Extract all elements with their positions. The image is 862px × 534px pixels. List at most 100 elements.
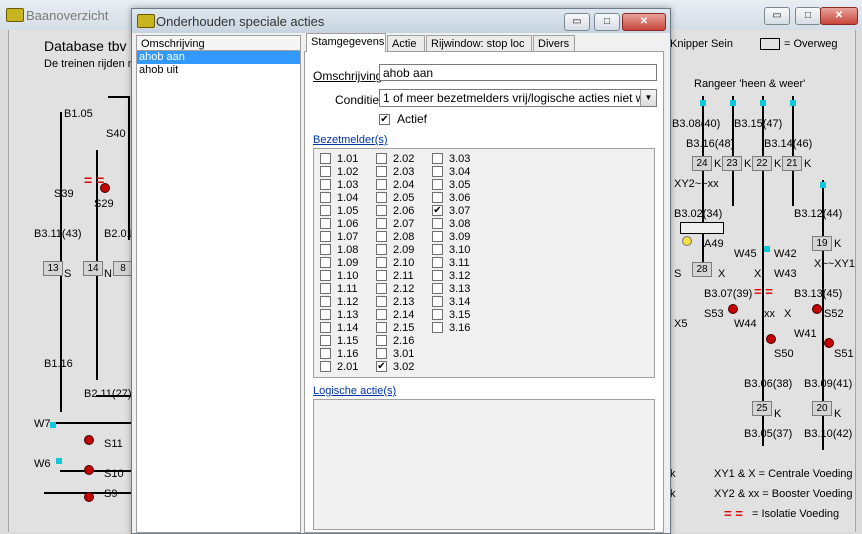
bezetmelder-row[interactable]: 1.11 xyxy=(320,282,358,296)
dialog-maximize-button[interactable]: □ xyxy=(594,13,620,31)
bezetmelder-checkbox[interactable] xyxy=(376,230,387,242)
bezetmelder-row[interactable]: 1.06 xyxy=(320,217,358,231)
bezetmelder-row[interactable]: 2.12 xyxy=(376,282,414,296)
bezetmelder-row[interactable]: 3.04 xyxy=(432,165,470,179)
bezetmelder-row[interactable]: 2.15 xyxy=(376,321,414,335)
bezetmelder-checkbox[interactable] xyxy=(376,178,387,190)
tab-divers[interactable]: Divers xyxy=(533,35,575,52)
bezetmelder-checkbox[interactable] xyxy=(320,165,331,177)
bezetmelder-checkbox[interactable] xyxy=(432,308,443,320)
bezetmelder-checkbox[interactable] xyxy=(320,360,331,372)
chevron-down-icon[interactable]: ▼ xyxy=(640,90,656,106)
bezetmelder-checkbox[interactable] xyxy=(376,191,387,203)
dialog-minimize-button[interactable]: ▭ xyxy=(564,13,590,31)
bezetmelder-checkbox[interactable] xyxy=(320,230,331,242)
bezetmelder-row[interactable]: 3.13 xyxy=(432,282,470,296)
bezetmelder-row[interactable]: 3.09 xyxy=(432,230,470,244)
bezetmelder-checkbox[interactable] xyxy=(432,191,443,203)
bezetmelder-checkbox[interactable] xyxy=(432,243,443,255)
bezetmelder-checkbox[interactable] xyxy=(320,295,331,307)
bezetmelder-row[interactable]: 1.01 xyxy=(320,152,358,166)
list-item[interactable]: ahob aan xyxy=(137,51,300,64)
tab-rijwindow[interactable]: Rijwindow: stop loc xyxy=(426,35,532,52)
bezetmelder-row[interactable]: 1.13 xyxy=(320,308,358,322)
bezetmelder-row[interactable]: 1.05 xyxy=(320,204,358,218)
bezetmelder-row[interactable]: 1.09 xyxy=(320,256,358,270)
bezetmelder-checkbox[interactable] xyxy=(376,204,387,216)
bezetmelder-row[interactable]: 1.02 xyxy=(320,165,358,179)
bezetmelder-row[interactable]: 3.15 xyxy=(432,308,470,322)
bezetmelder-row[interactable]: 2.16 xyxy=(376,334,414,348)
bezetmelder-row[interactable]: 3.10 xyxy=(432,243,470,257)
bezetmelder-row[interactable]: 2.02 xyxy=(376,152,414,166)
tab-actie[interactable]: Actie xyxy=(387,35,425,52)
bezetmelder-row[interactable]: 1.16 xyxy=(320,347,358,361)
bezetmelder-checkbox[interactable] xyxy=(376,295,387,307)
bezetmelder-checkbox[interactable] xyxy=(320,282,331,294)
bezetmelder-row[interactable]: 3.05 xyxy=(432,178,470,192)
bezetmelder-checkbox[interactable] xyxy=(320,347,331,359)
bezetmelder-checkbox[interactable] xyxy=(320,334,331,346)
bezetmelder-row[interactable]: 1.03 xyxy=(320,178,358,192)
bezetmelder-row[interactable]: 1.14 xyxy=(320,321,358,335)
bezetmelder-row[interactable]: 2.04 xyxy=(376,178,414,192)
bezetmelder-checkbox[interactable] xyxy=(320,308,331,320)
omschrijving-input[interactable]: ahob aan xyxy=(379,64,657,81)
bezetmelder-row[interactable]: 3.14 xyxy=(432,295,470,309)
bezetmelder-row[interactable]: 2.09 xyxy=(376,243,414,257)
bg-close-button[interactable]: ✕ xyxy=(820,7,858,25)
bg-minimize-button[interactable]: ▭ xyxy=(764,7,790,25)
bezetmelder-row[interactable]: ✔ 3.07 xyxy=(432,204,470,218)
list-item[interactable]: ahob uit xyxy=(137,64,300,77)
bezetmelder-checkbox[interactable] xyxy=(432,321,443,333)
bezetmelder-checkbox[interactable] xyxy=(376,243,387,255)
bezetmelder-row[interactable]: 1.07 xyxy=(320,230,358,244)
actief-checkbox[interactable]: ✔ xyxy=(379,114,390,125)
bezetmelder-row[interactable]: 2.06 xyxy=(376,204,414,218)
bezetmelder-row[interactable]: 2.03 xyxy=(376,165,414,179)
bezetmelder-row[interactable]: 2.08 xyxy=(376,230,414,244)
bezetmelder-row[interactable]: 1.10 xyxy=(320,269,358,283)
bezetmelder-checkbox[interactable] xyxy=(320,204,331,216)
bezetmelder-row[interactable]: 2.11 xyxy=(376,269,414,283)
bezetmelder-row[interactable]: 2.01 xyxy=(320,360,358,374)
bezetmelder-checkbox[interactable] xyxy=(320,152,331,164)
bg-maximize-button[interactable]: □ xyxy=(795,7,821,25)
bezetmelder-row[interactable]: 2.13 xyxy=(376,295,414,309)
bezetmelder-checkbox[interactable] xyxy=(432,282,443,294)
bezetmelder-checkbox[interactable] xyxy=(432,152,443,164)
bezetmelder-checkbox[interactable] xyxy=(376,282,387,294)
bezetmelder-row[interactable]: 3.08 xyxy=(432,217,470,231)
bezetmelder-checkbox[interactable] xyxy=(432,165,443,177)
bezetmelder-checkbox[interactable] xyxy=(320,191,331,203)
bezetmelder-row[interactable]: 1.12 xyxy=(320,295,358,309)
bezetmelder-row[interactable]: 1.15 xyxy=(320,334,358,348)
bezetmelder-checkbox[interactable] xyxy=(376,217,387,229)
actions-list[interactable]: ahob aan ahob uit xyxy=(136,51,301,533)
bezetmelder-checkbox[interactable] xyxy=(376,269,387,281)
bezetmelder-checkbox[interactable] xyxy=(432,230,443,242)
tab-stamgegevens[interactable]: Stamgegevens xyxy=(306,33,386,52)
logische-acties-list[interactable] xyxy=(313,399,655,530)
bezetmelder-row[interactable]: 3.03 xyxy=(432,152,470,166)
bezetmelder-row[interactable]: 2.10 xyxy=(376,256,414,270)
list-column-header[interactable]: Omschrijving xyxy=(136,35,301,51)
bezetmelder-checkbox[interactable] xyxy=(376,152,387,164)
bezetmelder-row[interactable]: 3.12 xyxy=(432,269,470,283)
bezetmelder-checkbox[interactable] xyxy=(376,334,387,346)
bezetmelder-checkbox[interactable] xyxy=(432,269,443,281)
bezetmelder-row[interactable]: 3.01 xyxy=(376,347,414,361)
bezetmelder-row[interactable]: 2.05 xyxy=(376,191,414,205)
bezetmelder-checkbox[interactable] xyxy=(432,256,443,268)
bezetmelder-checkbox[interactable] xyxy=(320,178,331,190)
bezetmelder-checkbox[interactable] xyxy=(432,217,443,229)
bezetmelder-row[interactable]: 2.14 xyxy=(376,308,414,322)
dialog-close-button[interactable]: ✕ xyxy=(622,13,666,31)
bezetmelder-row[interactable]: 3.06 xyxy=(432,191,470,205)
bezetmelder-checkbox[interactable] xyxy=(432,295,443,307)
bezetmelder-row[interactable]: 2.07 xyxy=(376,217,414,231)
bezetmelder-checkbox[interactable] xyxy=(320,269,331,281)
bezetmelder-checkbox[interactable] xyxy=(376,321,387,333)
bezetmelder-checkbox[interactable] xyxy=(376,256,387,268)
conditie-select[interactable]: 1 of meer bezetmelders vrij/logische act… xyxy=(379,89,657,107)
